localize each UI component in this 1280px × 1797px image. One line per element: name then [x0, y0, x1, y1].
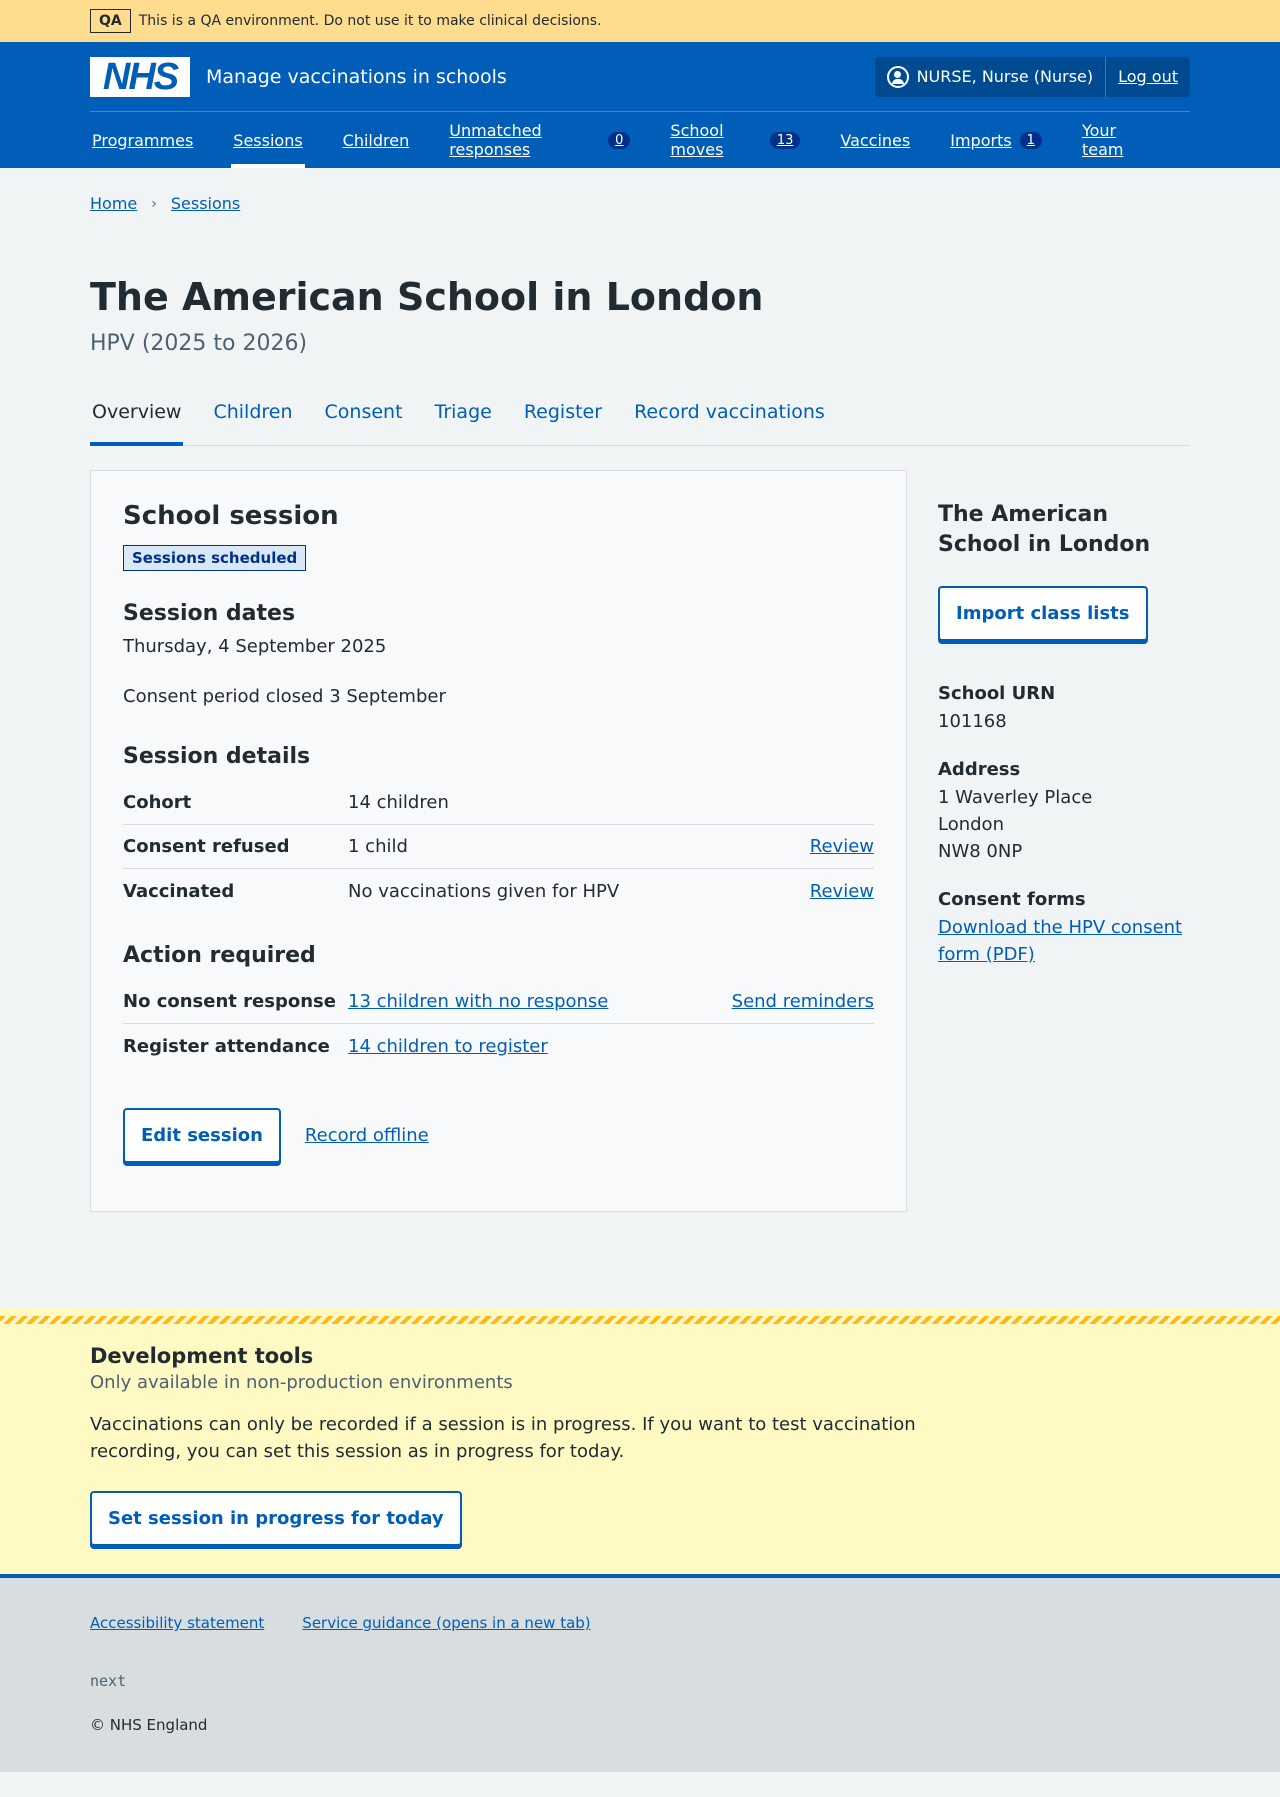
- summary-key: Cohort: [123, 792, 192, 813]
- summary-key: Register attendance: [123, 1035, 330, 1057]
- address-line: 1 Waverley Place: [938, 787, 1093, 808]
- breadcrumb-home[interactable]: Home: [90, 194, 137, 213]
- breadcrumb-sessions[interactable]: Sessions: [171, 194, 240, 213]
- session-details-list: Cohort 14 children Consent refused 1 chi…: [123, 781, 874, 913]
- service-name[interactable]: Manage vaccinations in schools: [206, 66, 507, 88]
- site-footer: Accessibility statement Service guidance…: [0, 1578, 1280, 1772]
- main-content: Home › Sessions The American School in L…: [90, 168, 1190, 1212]
- nav-vaccines[interactable]: Vaccines: [838, 112, 912, 168]
- no-response-children-link[interactable]: 13 children with no response: [348, 991, 608, 1012]
- app-version: next: [90, 1672, 127, 1690]
- tab-children[interactable]: Children: [211, 396, 294, 445]
- brand[interactable]: NHS Manage vaccinations in schools: [90, 56, 507, 97]
- nav-programmes[interactable]: Programmes: [90, 112, 195, 168]
- nav-count-badge: 13: [769, 131, 801, 149]
- nhs-logo[interactable]: NHS: [90, 56, 190, 97]
- service-guidance-link[interactable]: Service guidance (opens in a new tab): [302, 1614, 590, 1632]
- session-details-heading: Session details: [123, 744, 311, 769]
- review-consent-refused-link[interactable]: Review: [810, 836, 874, 857]
- address-line: London: [938, 814, 1004, 835]
- nav-count-badge: 1: [1019, 131, 1042, 149]
- school-name: The American School in London: [938, 502, 1151, 557]
- set-session-in-progress-button[interactable]: Set session in progress for today: [90, 1491, 462, 1546]
- copyright: © NHS England: [90, 1716, 208, 1734]
- summary-row-cohort: Cohort 14 children: [123, 781, 874, 825]
- school-urn-label: School URN: [938, 683, 1056, 704]
- summary-row-register: Register attendance 14 children to regis…: [123, 1024, 874, 1068]
- tab-register[interactable]: Register: [522, 396, 604, 445]
- summary-row-vaccinated: Vaccinated No vaccinations given for HPV…: [123, 869, 874, 913]
- nav-school-moves[interactable]: School moves 13: [668, 112, 802, 168]
- nav-count-badge: 0: [608, 131, 631, 149]
- consent-forms-label: Consent forms: [938, 889, 1086, 910]
- nav-your-team[interactable]: Your team: [1080, 112, 1154, 168]
- summary-value: 1 child: [348, 836, 408, 857]
- summary-key: No consent response: [123, 991, 336, 1012]
- account-user-name: NURSE, Nurse (Nurse): [916, 67, 1094, 86]
- review-vaccinated-link[interactable]: Review: [810, 881, 874, 902]
- logout-link[interactable]: Log out: [1106, 67, 1190, 86]
- development-tools: Development tools Only available in non-…: [0, 1308, 1280, 1578]
- nav-unmatched-responses[interactable]: Unmatched responses 0: [447, 112, 632, 168]
- address: 1 Waverley Place London NW8 0NP: [938, 784, 1190, 865]
- nav-sessions[interactable]: Sessions: [231, 112, 306, 168]
- school-urn: 101168: [938, 711, 1007, 732]
- qa-banner-text: This is a QA environment. Do not use it …: [138, 13, 602, 29]
- summary-row-consent-refused: Consent refused 1 child Review: [123, 825, 874, 869]
- qa-tag: QA: [90, 9, 131, 33]
- action-required-heading: Action required: [123, 943, 316, 968]
- user-icon: [886, 65, 909, 88]
- tab-consent[interactable]: Consent: [323, 396, 405, 445]
- session-date: Thursday, 4 September 2025: [123, 636, 387, 657]
- summary-key: Vaccinated: [123, 880, 235, 902]
- tab-overview[interactable]: Overview: [90, 396, 184, 446]
- qa-banner: QA This is a QA environment. Do not use …: [0, 0, 1280, 42]
- chevron-right-icon: ›: [151, 195, 157, 212]
- summary-key: Consent refused: [123, 836, 290, 857]
- account-user: NURSE, Nurse (Nurse): [875, 56, 1107, 97]
- children-to-register-link[interactable]: 14 children to register: [348, 1036, 548, 1057]
- page-title: The American School in London: [90, 275, 764, 319]
- devtools-subheading: Only available in non-production environ…: [90, 1372, 513, 1393]
- session-dates-heading: Session dates: [123, 601, 296, 626]
- devtools-description: Vaccinations can only be recorded if a s…: [90, 1414, 916, 1462]
- summary-value: No vaccinations given for HPV: [348, 880, 620, 902]
- edit-session-button[interactable]: Edit session: [123, 1108, 281, 1163]
- tab-record-vaccinations[interactable]: Record vaccinations: [632, 396, 827, 445]
- session-tabs: Overview Children Consent Triage Registe…: [90, 396, 1190, 446]
- summary-value: 14 children: [348, 792, 449, 813]
- session-heading: School session: [123, 501, 339, 531]
- consent-period: Consent period closed 3 September: [123, 686, 446, 707]
- nav-imports[interactable]: Imports 1: [948, 112, 1044, 168]
- page-caption: HPV (2025 to 2026): [90, 331, 308, 356]
- tab-triage[interactable]: Triage: [433, 396, 494, 445]
- school-sidebar: The American School in London Import cla…: [938, 470, 1190, 1212]
- breadcrumb: Home › Sessions: [90, 168, 1190, 213]
- status-badge: Sessions scheduled: [123, 545, 307, 571]
- accessibility-statement-link[interactable]: Accessibility statement: [90, 1614, 264, 1632]
- address-label: Address: [938, 759, 1021, 780]
- account-menu: NURSE, Nurse (Nurse) Log out: [874, 56, 1190, 97]
- address-line: NW8 0NP: [938, 841, 1023, 862]
- session-card: School session Sessions scheduled Sessio…: [90, 470, 907, 1212]
- download-consent-form-link[interactable]: Download the HPV consent form (PDF): [938, 917, 1182, 965]
- action-required-list: No consent response 13 children with no …: [123, 980, 874, 1068]
- devtools-heading: Development tools: [90, 1344, 314, 1368]
- record-offline-link[interactable]: Record offline: [305, 1125, 429, 1146]
- summary-row-no-consent: No consent response 13 children with no …: [123, 980, 874, 1024]
- site-header: NHS Manage vaccinations in schools NURSE…: [0, 42, 1280, 168]
- import-class-lists-button[interactable]: Import class lists: [938, 586, 1148, 641]
- nav-children[interactable]: Children: [341, 112, 412, 168]
- primary-nav: Programmes Sessions Children Unmatched r…: [90, 112, 1190, 168]
- send-reminders-link[interactable]: Send reminders: [732, 991, 874, 1012]
